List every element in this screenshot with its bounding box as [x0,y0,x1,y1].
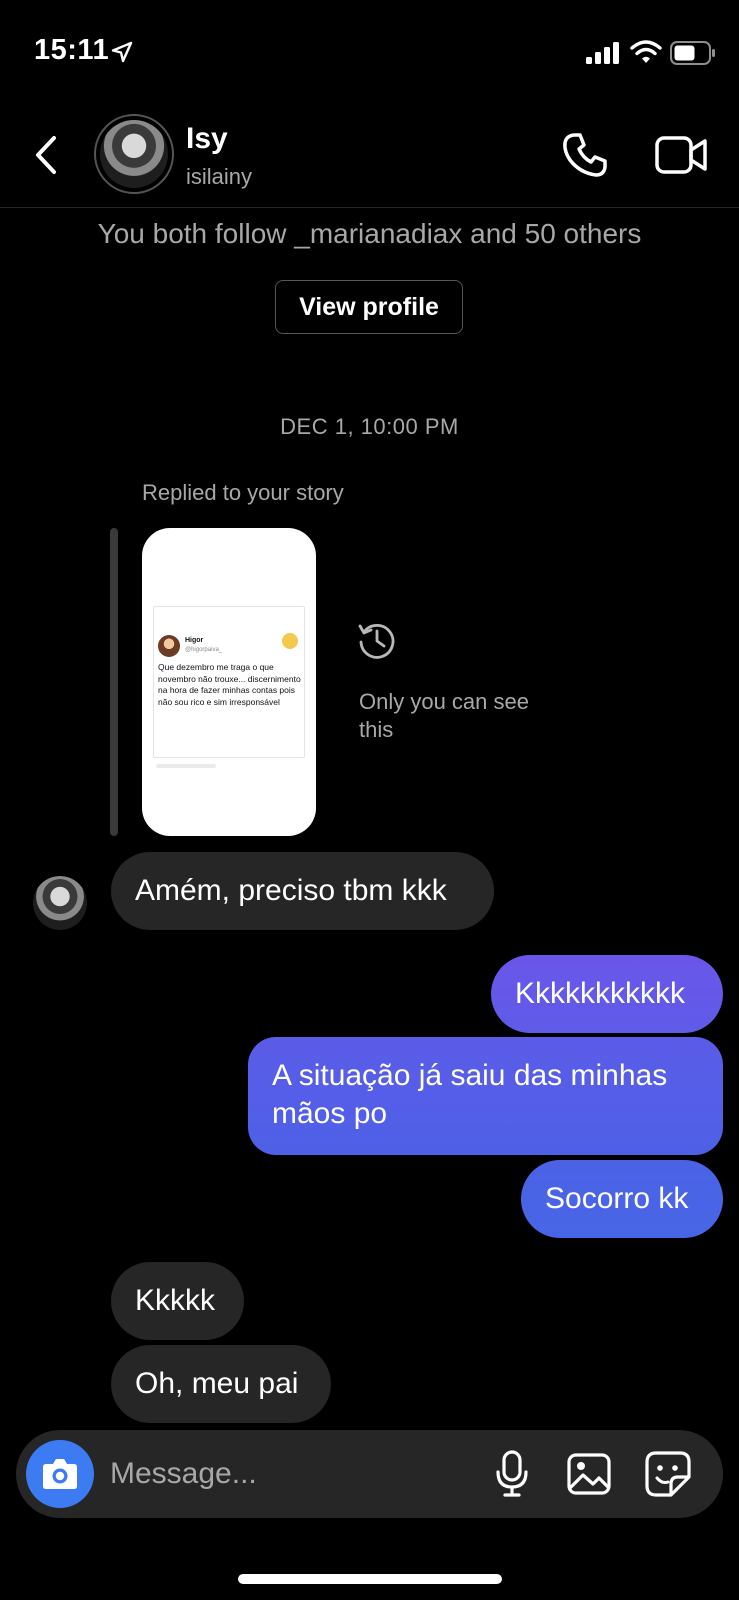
history-clock-icon [358,624,395,659]
battery-icon [670,41,715,65]
tweet-text: Que dezembro me traga o que novembro não… [158,662,301,707]
chat-header: Isy isilainy [0,108,739,208]
date-separator: DEC 1, 10:00 PM [280,414,459,439]
message-bubble-incoming[interactable]: Amém, preciso tbm kkk [111,852,494,930]
cellular-signal-icon [586,42,619,64]
avatar-image [100,120,168,188]
message-composer [16,1430,723,1518]
view-profile-button[interactable]: View profile [275,280,463,334]
tweet-badge-icon [282,633,298,649]
contact-avatar[interactable] [94,114,174,194]
reply-indicator-bar [110,528,118,836]
mutual-followers-text: You both follow _marianadiax and 50 othe… [97,218,642,249]
story-preview[interactable]: Higor @higorpaiva_ Que dezembro me traga… [142,528,316,836]
contact-username[interactable]: isilainy [186,164,252,190]
location-arrow-icon [111,41,133,63]
camera-icon [43,1459,77,1489]
message-input[interactable] [110,1444,470,1504]
sender-avatar[interactable] [33,876,87,930]
message-bubble-outgoing[interactable]: A situação já saiu das minhas mãos po [248,1037,723,1155]
contact-name[interactable]: Isy [186,122,228,156]
video-call-button[interactable] [654,132,708,178]
tweet-handle: @higorpaiva_ [185,647,223,653]
status-bar: 15:11 [0,0,739,100]
message-bubble-incoming[interactable]: Kkkkk [111,1262,244,1340]
sticker-button[interactable] [644,1450,692,1498]
status-time: 15:11 [34,34,110,66]
tweet-avatar [158,635,180,657]
story-caption-line [156,764,216,768]
privacy-note: Only you can see this [359,689,529,742]
microphone-button[interactable] [494,1450,530,1498]
camera-button[interactable] [26,1440,94,1508]
avatar-image [33,876,87,930]
phone-call-button[interactable] [560,130,610,180]
wifi-icon [630,40,662,63]
message-bubble-incoming[interactable]: Oh, meu pai [111,1345,331,1423]
message-bubble-outgoing[interactable]: Kkkkkkkkkkk [491,955,723,1033]
story-reply-label: Replied to your story [142,480,344,505]
message-bubble-outgoing[interactable]: Socorro kk [521,1160,723,1238]
home-indicator [238,1574,502,1584]
tweet-screenshot: Higor @higorpaiva_ Que dezembro me traga… [153,606,305,758]
back-button[interactable] [30,132,64,178]
gallery-button[interactable] [566,1452,612,1496]
tweet-name: Higor [185,637,204,644]
